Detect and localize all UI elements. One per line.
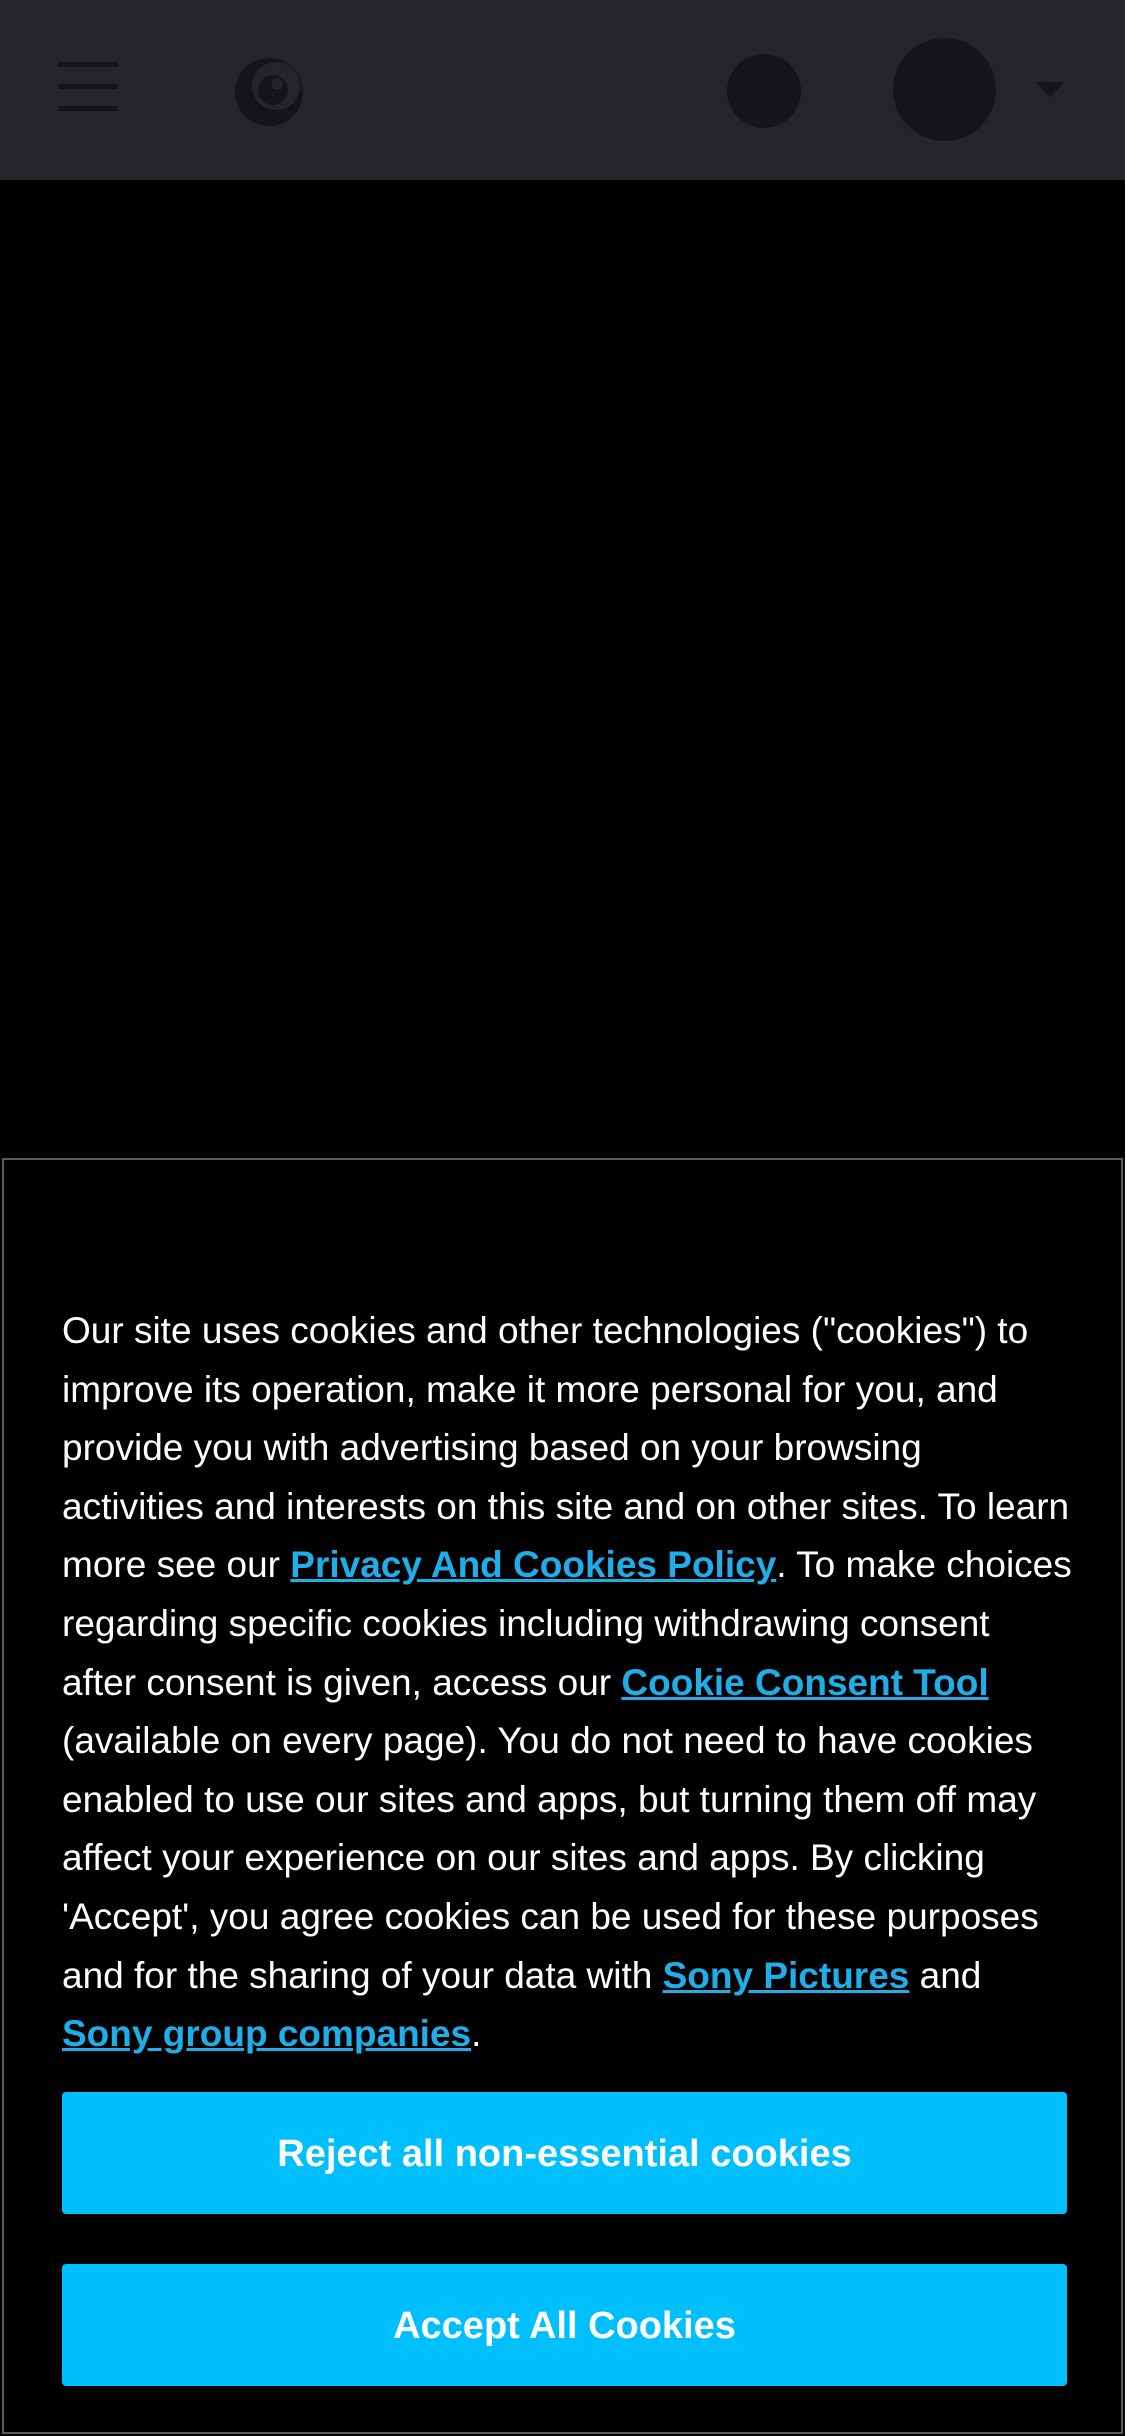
consent-text-part: . (471, 2013, 482, 2055)
consent-text-part: and (909, 1954, 982, 1996)
menu-line (58, 62, 118, 67)
cookie-consent-banner: Our site uses cookies and other technolo… (2, 1158, 1123, 2434)
search-icon[interactable] (727, 54, 801, 128)
hamburger-menu-icon[interactable] (58, 60, 120, 112)
sony-group-companies-link[interactable]: Sony group companies (62, 2013, 471, 2054)
crunchyroll-logo-icon[interactable] (232, 55, 306, 129)
reject-non-essential-cookies-button[interactable]: Reject all non-essential cookies (62, 2092, 1067, 2214)
cookie-consent-tool-link[interactable]: Cookie Consent Tool (621, 1662, 988, 1703)
caret-down-icon[interactable] (1036, 82, 1064, 97)
cookie-consent-text: Our site uses cookies and other technolo… (62, 1302, 1072, 2064)
user-avatar-icon[interactable] (893, 38, 996, 141)
accept-all-cookies-button[interactable]: Accept All Cookies (62, 2264, 1067, 2386)
menu-line (58, 84, 118, 89)
top-header (0, 0, 1125, 180)
privacy-policy-link[interactable]: Privacy And Cookies Policy (290, 1544, 776, 1585)
video-player-area (0, 180, 1125, 1158)
sony-pictures-link[interactable]: Sony Pictures (663, 1955, 910, 1996)
menu-line (58, 106, 118, 111)
